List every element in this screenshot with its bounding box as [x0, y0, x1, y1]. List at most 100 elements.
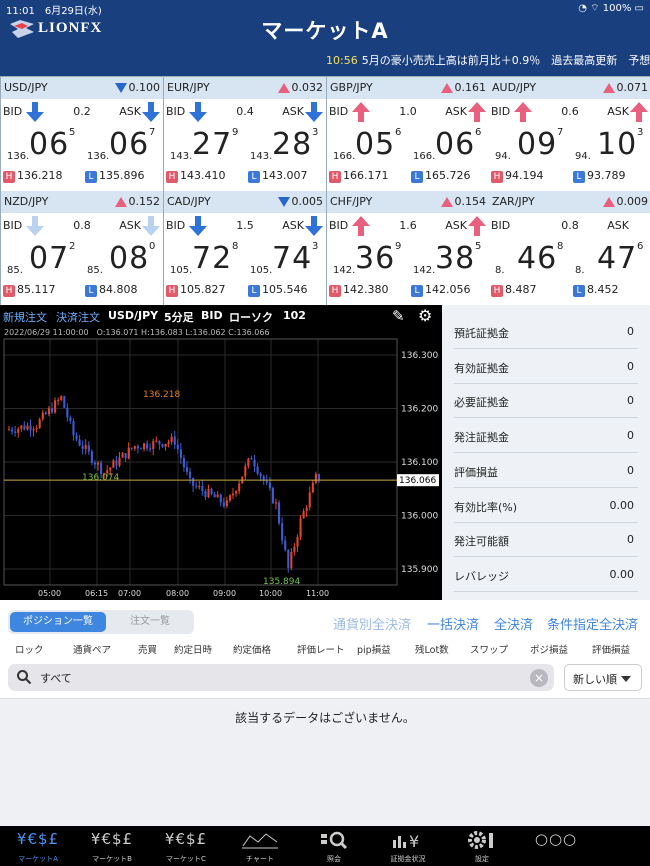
tab-position-list[interactable]: ポジション一覧	[10, 612, 106, 632]
currency-close-all-button[interactable]: 通貨別全決済	[333, 614, 411, 633]
high-badge: H	[166, 285, 178, 297]
low-badge: L	[248, 285, 260, 297]
ask-price[interactable]: 8. 47 6	[573, 239, 650, 279]
quote-card[interactable]: CAD/JPY 0.005 BID 1.5 ASK 105. 72 8 105. 74 3 H 105.…	[164, 191, 326, 305]
column-header[interactable]: pip損益	[357, 642, 391, 656]
quote-card[interactable]: NZD/JPY 0.152 BID 0.8 ASK 85. 07 2 85. 08 0 H 85.117…	[1, 191, 163, 305]
search-icon	[17, 670, 32, 685]
clear-icon[interactable]: ×	[530, 669, 548, 687]
bid-price[interactable]: 143. 27 9	[168, 125, 248, 165]
position-search[interactable]: すべて ×	[8, 664, 554, 691]
ask-label: ASK	[119, 219, 141, 232]
column-header[interactable]: 評価レート	[297, 642, 345, 656]
status-right: ◔ ⌔ 100% ▭	[578, 3, 644, 14]
bid-price[interactable]: 8. 46 8	[493, 239, 573, 279]
bid-price[interactable]: 142. 36 9	[331, 239, 411, 279]
ask-label: ASK	[445, 105, 467, 118]
column-header[interactable]: 約定価格	[233, 642, 271, 656]
current-price-label: 136.066	[399, 476, 436, 486]
bid-price[interactable]: 94. 09 7	[493, 125, 573, 165]
summary-value: 0	[627, 429, 634, 443]
news-ticker[interactable]: 10:56 5月の豪小売売上高は前月比＋0.9％ 過去最高更新 予想	[326, 52, 650, 68]
candlestick-chart[interactable]: 136.300 136.200 136.100 136.000 135.900 05:00…	[0, 305, 442, 600]
y-tick-label: 135.900	[401, 565, 438, 575]
ask-price[interactable]: 105. 74 3	[248, 239, 328, 279]
column-header[interactable]: 通貨ペア	[73, 642, 111, 656]
bid-price[interactable]: 136. 06 5	[5, 125, 85, 165]
ask-price[interactable]: 142. 38 5	[411, 239, 491, 279]
quote-card[interactable]: ZAR/JPY 0.009 BID 0.8 ASK 8. 46 8 8. 47 6 H 8.487 L 8.…	[489, 191, 650, 305]
bid-price-main: 06	[29, 127, 70, 162]
column-header[interactable]: ポジ損益	[530, 642, 568, 656]
x-tick-label: 08:00	[166, 589, 189, 598]
bid-price[interactable]: 166. 05 6	[331, 125, 411, 165]
conditional-close-all-button[interactable]: 条件指定全決済	[547, 614, 638, 633]
sort-select[interactable]: 新しい順	[564, 664, 642, 691]
candle-body	[130, 447, 133, 449]
tab-label: マーケットA	[18, 855, 58, 863]
bid-price-main: 05	[355, 127, 396, 162]
tab-label: チャート	[246, 855, 274, 863]
change-value: 0.100	[114, 81, 160, 94]
tab-market-b[interactable]: ¥€$£ マーケットB	[76, 826, 148, 866]
tab-margin-status[interactable]: ¥ 証拠金状況	[372, 826, 444, 866]
quote-card[interactable]: EUR/JPY 0.032 BID 0.4 ASK 143. 27 9 143. 28 3 H 143.…	[164, 77, 326, 191]
high-price-label: 136.218	[143, 390, 180, 400]
chart-panel[interactable]: 新規注文 決済注文 USD/JPY 5分足 BID ローソク 102 ✎ ⚙ 2…	[0, 305, 442, 600]
ask-price[interactable]: 94. 10 3	[573, 125, 650, 165]
ask-price[interactable]: 143. 28 3	[248, 125, 328, 165]
batch-close-button[interactable]: 一括決済	[427, 614, 479, 633]
x-tick-label: 09:00	[213, 589, 236, 598]
y-tick-label: 136.300	[401, 351, 438, 361]
tab-order-list[interactable]: 注文一覧	[108, 612, 192, 632]
summary-value: 0	[627, 394, 634, 408]
tab-market-c[interactable]: ¥€$£ マーケットC	[150, 826, 222, 866]
tab-settings[interactable]: 設定	[446, 826, 518, 866]
quote-card[interactable]: USD/JPY 0.100 BID 0.2 ASK 136. 06 5 136. 06 7 H 136.…	[1, 77, 163, 191]
ask-price[interactable]: 136. 06 7	[85, 125, 165, 165]
candle-body	[47, 408, 50, 415]
summary-value: 0	[627, 359, 634, 373]
quote-header: CHF/JPY 0.154	[327, 191, 489, 213]
tab-inquiry[interactable]: 照会	[298, 826, 370, 866]
close-all-button[interactable]: 全決済	[494, 614, 533, 633]
bid-price-prefix: 85.	[7, 265, 23, 276]
pair-name: USD/JPY	[4, 81, 48, 94]
column-header[interactable]: スワップ	[470, 642, 508, 656]
quote-card[interactable]: CHF/JPY 0.154 BID 1.6 ASK 142. 36 9 142. 38 5 H 142.…	[327, 191, 489, 305]
bid-price-main: 09	[517, 127, 558, 162]
tab-market-a[interactable]: ¥€$£ マーケットA	[2, 826, 74, 866]
column-header[interactable]: 売買	[138, 642, 157, 656]
bid-price[interactable]: 105. 72 8	[168, 239, 248, 279]
column-header[interactable]: 残Lot数	[415, 642, 449, 656]
column-header[interactable]: 評価損益	[592, 642, 630, 656]
candle-body	[93, 462, 96, 465]
candle-body	[14, 431, 17, 433]
arrow-up-icon	[351, 215, 371, 237]
column-header[interactable]: ロック	[15, 642, 44, 656]
candle-body	[41, 412, 44, 420]
bid-price-main: 27	[192, 127, 233, 162]
quote-card[interactable]: GBP/JPY 0.161 BID 1.0 ASK 166. 05 6 166. 06 6 H 166.…	[327, 77, 489, 191]
ask-label: ASK	[607, 105, 629, 118]
bid-price-main: 36	[355, 241, 396, 276]
candle-body	[204, 491, 207, 498]
summary-value: 0.00	[609, 567, 635, 581]
quote-card[interactable]: AUD/JPY 0.071 BID 0.6 ASK 94. 09 7 94. 10 3 H 94.194…	[489, 77, 650, 191]
candle-body	[20, 425, 23, 429]
ask-price[interactable]: 85. 08 0	[85, 239, 165, 279]
tab-chart[interactable]: チャート	[224, 826, 296, 866]
bid-price[interactable]: 85. 07 2	[5, 239, 85, 279]
low-price-label: 135.894	[263, 577, 300, 587]
candle-body	[253, 459, 256, 467]
trend-icon	[114, 83, 127, 93]
position-tabs: ポジション一覧 注文一覧	[8, 610, 194, 634]
ask-price-main: 06	[109, 127, 150, 162]
tab-more[interactable]: ○○○	[520, 826, 592, 866]
candle-body	[112, 460, 115, 468]
column-header[interactable]: 約定日時	[174, 642, 212, 656]
arrow-down-icon	[304, 101, 324, 123]
summary-row: 有効比率(%) 0.00	[454, 489, 638, 523]
ask-price[interactable]: 166. 06 6	[411, 125, 491, 165]
currency-icon: ○○○	[534, 830, 578, 848]
